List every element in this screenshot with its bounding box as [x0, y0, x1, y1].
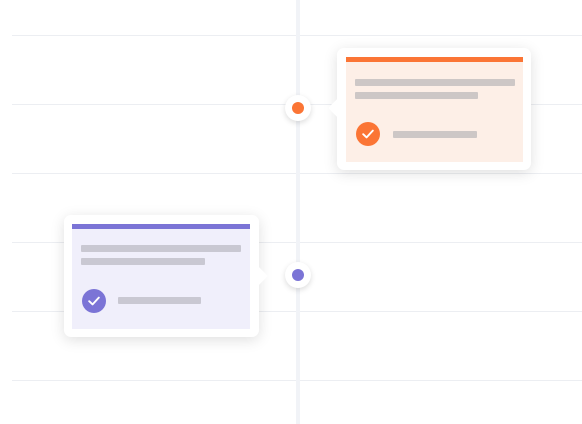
text-placeholder-line: [81, 245, 241, 252]
card-pointer: [248, 266, 268, 286]
text-placeholder-line: [393, 131, 477, 138]
text-placeholder-line: [81, 258, 205, 265]
card-accent-bar: [346, 57, 523, 62]
timeline-marker-event-1[interactable]: [285, 95, 311, 121]
timeline-marker-event-2[interactable]: [285, 262, 311, 288]
timeline-marker-dot: [292, 269, 304, 281]
timeline-marker-dot: [292, 102, 304, 114]
text-placeholder-line: [118, 297, 201, 304]
check-icon: [82, 289, 106, 313]
card-pointer: [328, 98, 348, 118]
card-panel: [72, 224, 250, 329]
timeline-card-event-2[interactable]: [64, 215, 268, 337]
text-placeholder-line: [355, 92, 478, 99]
timeline-axis: [296, 0, 300, 424]
timeline-card-event-1[interactable]: [328, 48, 531, 170]
text-placeholder-line: [355, 79, 515, 86]
card-accent-bar: [72, 224, 250, 229]
check-icon: [356, 122, 380, 146]
card-panel: [346, 57, 523, 162]
